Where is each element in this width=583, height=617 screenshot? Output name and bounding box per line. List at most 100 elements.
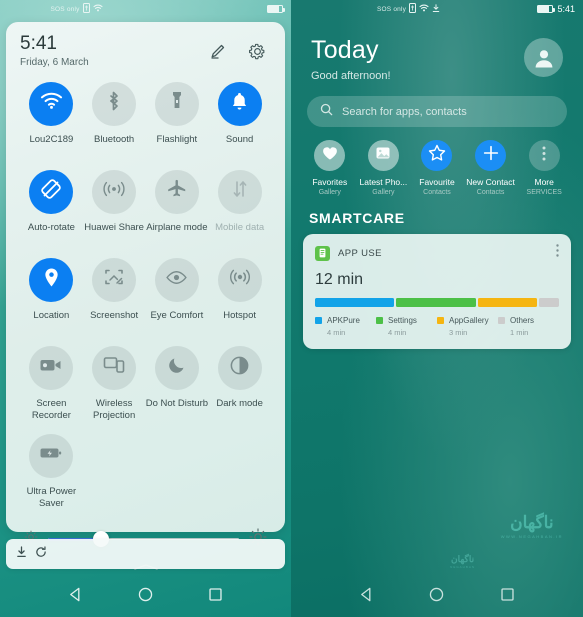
shortcut-favorites-gallery[interactable]: Favorites Gallery — [303, 140, 357, 196]
pencil-icon[interactable] — [207, 42, 226, 66]
tile-hotspot[interactable]: Hotspot — [208, 257, 271, 344]
tile-sound[interactable]: Sound — [208, 81, 271, 168]
legend-row: Others — [498, 316, 559, 325]
search-input[interactable]: Search for apps, contacts — [307, 96, 567, 127]
more-vertical-icon — [542, 146, 546, 166]
home-circle-icon[interactable] — [428, 586, 445, 608]
shortcut-icon-wrap — [314, 140, 346, 171]
legend-item: AppGallery 3 min — [437, 316, 498, 337]
tile-label: Hotspot — [223, 309, 256, 321]
tile-auto-rotate[interactable]: Auto-rotate — [20, 169, 83, 256]
tile-icon-wrap — [217, 169, 262, 214]
tile-flashlight[interactable]: Flashlight — [146, 81, 209, 168]
tile-icon-wrap — [154, 257, 199, 302]
tile-icon-wrap — [92, 169, 137, 214]
tile-bluetooth[interactable]: Bluetooth — [83, 81, 146, 168]
tile-icon-wrap — [217, 257, 262, 302]
back-triangle-icon[interactable] — [67, 586, 84, 608]
airplane-icon — [166, 178, 188, 205]
tile-screen-recorder[interactable]: Screen Recorder — [20, 345, 83, 432]
section-title-smartcare: SMARTCARE — [309, 210, 405, 226]
status-bar-left: SOS only — [0, 0, 291, 18]
tile-icon-wrap — [29, 81, 74, 126]
legend-value: 3 min — [449, 328, 468, 337]
notification-card[interactable] — [6, 539, 285, 569]
shortcut-new-contact[interactable]: New Contact Contacts — [464, 140, 518, 196]
watermark-logo-secondary: ناگهان NEGAHBAN — [450, 554, 475, 569]
bar-segment — [539, 298, 559, 307]
tile-label: Mobile data — [215, 221, 265, 233]
bluetooth-icon — [107, 90, 121, 117]
tile-wireless-projection[interactable]: Wireless Projection — [83, 345, 146, 432]
tile-label: Huawei Share — [84, 221, 144, 233]
legend-row: Settings — [376, 316, 437, 325]
carrier-label: SOS only — [377, 5, 407, 13]
shortcut-sublabel: Contacts — [476, 189, 505, 196]
image-icon — [375, 145, 391, 166]
wireless-projection-icon — [103, 356, 125, 379]
legend-swatch — [376, 317, 383, 324]
location-pin-icon — [43, 267, 60, 293]
shortcut-label: More — [534, 177, 554, 187]
legend-row: AppGallery — [437, 316, 498, 325]
tile-dark-mode[interactable]: Dark mode — [208, 345, 271, 432]
tile-do-not-disturb[interactable]: Do Not Disturb — [146, 345, 209, 432]
auto-rotate-icon — [40, 178, 62, 205]
download-icon[interactable] — [16, 545, 27, 563]
tile-icon-wrap — [29, 169, 74, 214]
tile-airplane-mode[interactable]: Airplane mode — [146, 169, 209, 256]
legend-label: APKPure — [327, 316, 360, 325]
tile-location[interactable]: Location — [20, 257, 83, 344]
quick-settings-header: 5:41 Friday, 6 March — [20, 34, 271, 68]
shortcut-sublabel: Gallery — [372, 189, 395, 196]
legend-value: 4 min — [388, 328, 407, 337]
dark-mode-icon — [229, 355, 250, 381]
tile-wifi[interactable]: Lou2C189 — [20, 81, 83, 168]
tile-label: Location — [33, 309, 70, 321]
tile-mobile-data[interactable]: Mobile data — [208, 169, 271, 256]
shortcut-row: Favorites Gallery Latest Pho... Gallery — [291, 127, 583, 196]
bar-segment — [396, 298, 476, 307]
heart-icon — [322, 146, 338, 166]
tile-huawei-share[interactable]: Huawei Share — [83, 169, 146, 256]
shortcut-favourite-contacts[interactable]: Favourite Contacts — [410, 140, 464, 196]
recents-square-icon[interactable] — [207, 586, 224, 608]
tile-label: Dark mode — [216, 397, 263, 409]
app-use-title: APP USE — [338, 247, 382, 259]
legend-swatch — [315, 317, 322, 324]
tile-icon-wrap — [92, 345, 137, 390]
bar-segment — [315, 298, 395, 307]
search-placeholder: Search for apps, contacts — [342, 105, 467, 118]
star-icon — [428, 144, 446, 167]
recents-square-icon[interactable] — [499, 586, 516, 608]
back-triangle-icon[interactable] — [358, 586, 375, 608]
app-use-total: 12 min — [315, 271, 364, 288]
app-use-card[interactable]: APP USE 12 min APKPure 4 min Settings 4 min… — [303, 234, 571, 349]
status-bar-left-group: SOS only — [51, 3, 103, 15]
tile-label: Lou2C189 — [29, 133, 74, 145]
quick-settings-screen: SOS only 5:41 Friday, 6 March Lou2C189 B… — [0, 0, 291, 617]
more-vertical-icon[interactable] — [556, 244, 559, 262]
navigation-bar-right — [291, 577, 583, 617]
tile-screenshot[interactable]: Screenshot — [83, 257, 146, 344]
carrier-label: SOS only — [50, 5, 80, 13]
tile-icon-wrap — [29, 345, 74, 390]
shortcut-more-services[interactable]: More SERVICES — [517, 140, 571, 196]
tile-icon-wrap — [92, 257, 137, 302]
refresh-icon[interactable] — [35, 545, 47, 563]
tile-eye-comfort[interactable]: Eye Comfort — [146, 257, 209, 344]
avatar[interactable] — [524, 38, 563, 77]
today-header: Today Good afternoon! — [291, 18, 583, 82]
tile-ultra-power-saver[interactable]: Ultra Power Saver — [20, 433, 83, 520]
shortcut-label: New Contact — [466, 177, 515, 187]
moon-icon — [167, 355, 187, 380]
today-title-block: Today Good afternoon! — [311, 36, 391, 82]
shortcut-latest-photos-gallery[interactable]: Latest Pho... Gallery — [357, 140, 411, 196]
shortcut-sublabel: SERVICES — [526, 189, 562, 196]
status-bar-left-group: SOS only — [377, 3, 440, 15]
gear-icon[interactable] — [248, 42, 267, 66]
home-circle-icon[interactable] — [137, 586, 154, 608]
wifi-icon — [93, 4, 103, 14]
status-bar-right: SOS only 5:41 — [291, 0, 583, 18]
tile-icon-wrap — [154, 81, 199, 126]
